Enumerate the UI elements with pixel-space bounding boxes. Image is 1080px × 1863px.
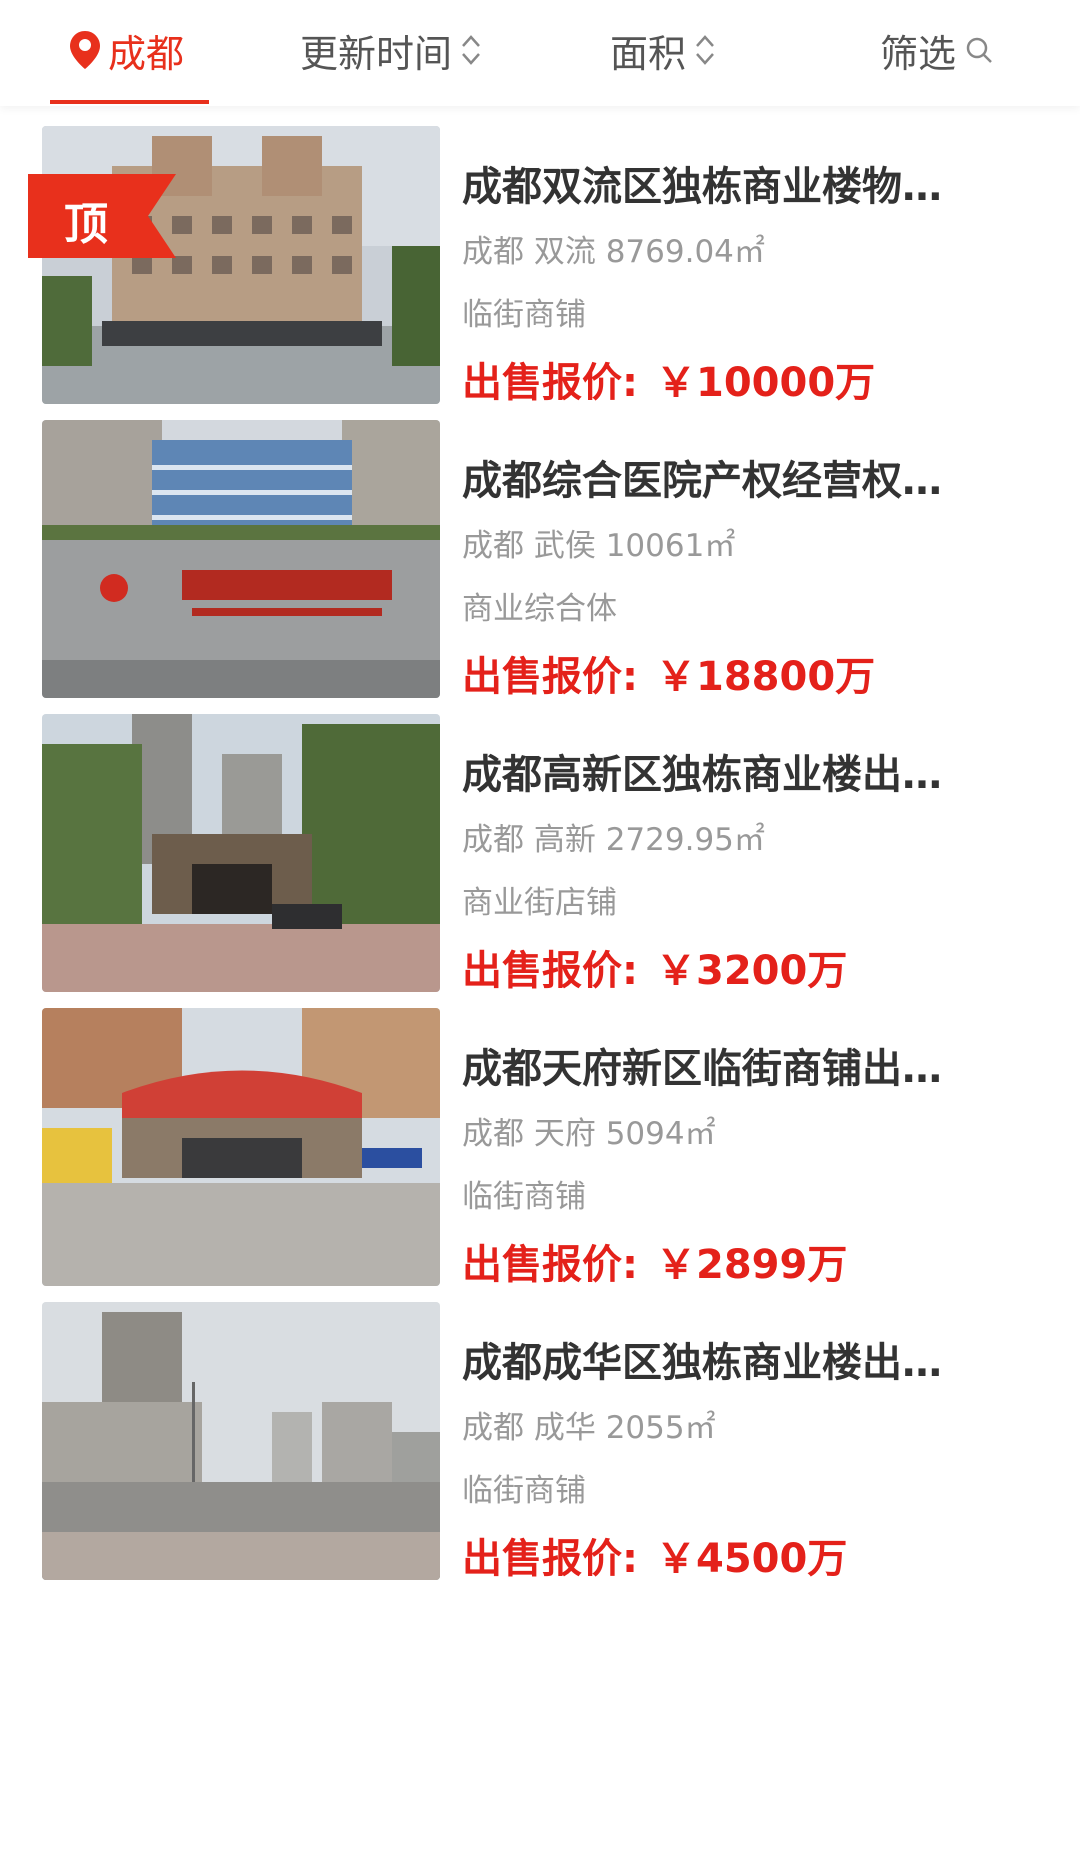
- filter-bar: 成都 更新时间 面积 筛选: [0, 0, 1080, 106]
- shop-photo-icon: [42, 1008, 440, 1286]
- listing-location-area: 成都 成华 2055㎡: [462, 1410, 716, 1446]
- listing-title[interactable]: 成都天府新区临街商铺出…: [462, 1036, 1042, 1094]
- sort-arrows-icon: [694, 32, 716, 68]
- listing-thumbnail[interactable]: [42, 714, 440, 992]
- listing-card[interactable]: 成都天府新区临街商铺出… 成都 天府 5094㎡ 临街商铺 出售报价: ￥2899…: [42, 988, 1042, 1288]
- location-pin-icon: [70, 31, 100, 69]
- listing-type: 商业综合体: [462, 591, 617, 627]
- listing-location-area: 成都 武侯 10061㎡: [462, 528, 736, 564]
- listing-price: 出售报价: ￥4500万: [462, 1526, 847, 1584]
- hospital-photo-icon: [42, 420, 440, 698]
- listing-thumbnail[interactable]: [42, 420, 440, 698]
- listing-location-area: 成都 天府 5094㎡: [462, 1116, 716, 1152]
- listing-title[interactable]: 成都成华区独栋商业楼出…: [462, 1330, 1042, 1388]
- listing-location-area: 成都 双流 8769.04㎡: [462, 234, 765, 270]
- pinned-badge: 顶: [28, 174, 176, 258]
- street-photo-icon: [42, 1302, 440, 1580]
- listing-card[interactable]: 成都高新区独栋商业楼出… 成都 高新 2729.95㎡ 商业街店铺 出售报价: ￥…: [42, 694, 1042, 994]
- listing-title[interactable]: 成都高新区独栋商业楼出…: [462, 742, 1042, 800]
- price-label: 出售报价:: [462, 1536, 638, 1582]
- search-icon: [964, 35, 994, 65]
- listing-type: 临街商铺: [462, 297, 586, 333]
- listing-type: 临街商铺: [462, 1179, 586, 1215]
- sort-arrows-icon: [460, 32, 482, 68]
- sort-by-area[interactable]: 面积: [610, 20, 716, 80]
- listing-title[interactable]: 成都双流区独栋商业楼物…: [462, 154, 1042, 212]
- building-photo-icon: [42, 714, 440, 992]
- sort-by-update-time[interactable]: 更新时间: [300, 20, 482, 80]
- listing-card[interactable]: 顶 成都双流区独栋商业楼物… 成都 双流 8769.04㎡ 临街商铺 出售报价:…: [28, 106, 1042, 406]
- price-value: ￥4500万: [656, 1536, 848, 1582]
- filter-button[interactable]: 筛选: [880, 20, 994, 80]
- listing-card[interactable]: 成都成华区独栋商业楼出… 成都 成华 2055㎡ 临街商铺 出售报价: ￥4500…: [42, 1282, 1042, 1582]
- sort-time-label: 更新时间: [300, 31, 453, 76]
- filter-label: 筛选: [880, 31, 957, 76]
- listing-thumbnail[interactable]: [42, 1302, 440, 1580]
- sort-area-label: 面积: [610, 31, 687, 76]
- listing-type: 临街商铺: [462, 1473, 586, 1509]
- listing-location-area: 成都 高新 2729.95㎡: [462, 822, 765, 858]
- city-label: 成都: [108, 31, 185, 76]
- listing-card[interactable]: 成都综合医院产权经营权… 成都 武侯 10061㎡ 商业综合体 出售报价: ￥18…: [42, 400, 1042, 700]
- pinned-badge-label: 顶: [64, 199, 108, 250]
- listing-title[interactable]: 成都综合医院产权经营权…: [462, 448, 1042, 506]
- listing-type: 商业街店铺: [462, 885, 617, 921]
- listing-thumbnail[interactable]: [42, 126, 440, 404]
- active-tab-indicator: [50, 100, 210, 104]
- city-selector[interactable]: 成都: [50, 20, 210, 104]
- building-photo-icon: [42, 126, 440, 404]
- listing-thumbnail[interactable]: [42, 1008, 440, 1286]
